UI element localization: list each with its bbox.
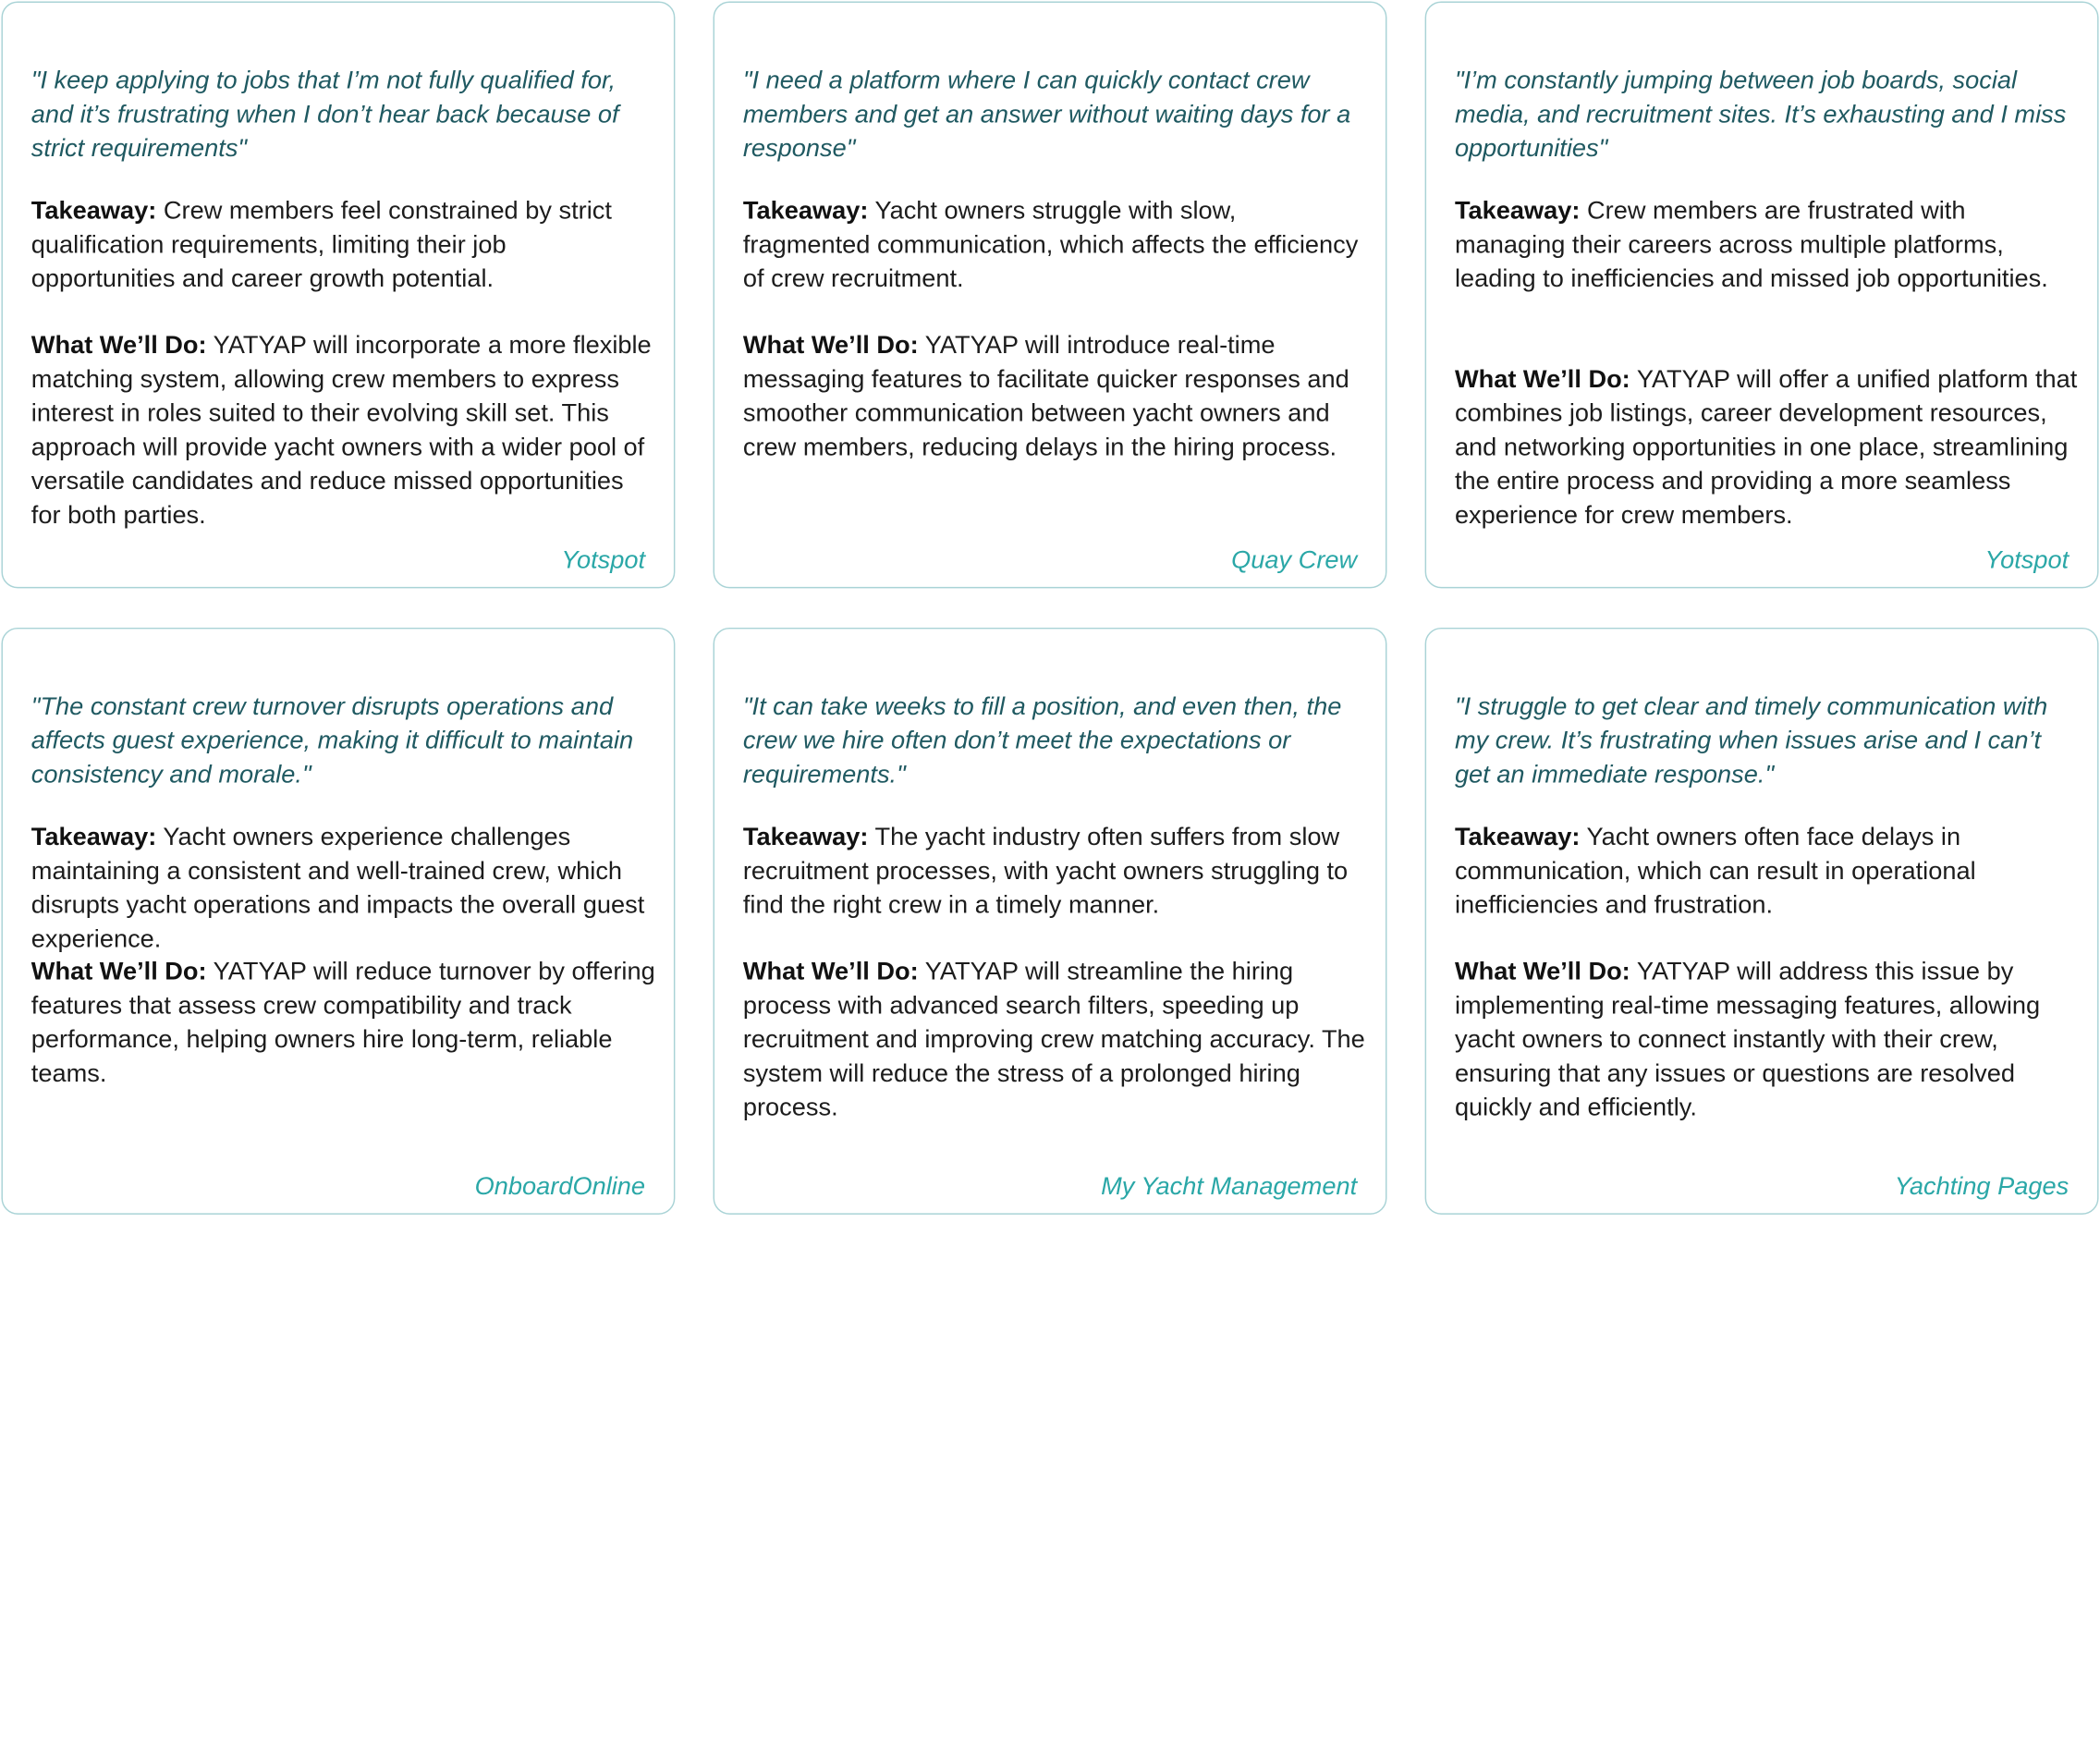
card-takeaway: Takeaway: Yacht owners experience challe…	[31, 819, 656, 955]
card-source: Yotspot	[561, 544, 646, 574]
card-action: What We’ll Do: YATYAP will introduce rea…	[743, 327, 1368, 463]
action-label: What We’ll Do:	[742, 330, 919, 359]
card-quote: "The constant crew turnover disrupts ope…	[31, 691, 634, 789]
card-takeaway: Takeaway: Yacht owners struggle with slo…	[743, 193, 1368, 295]
takeaway-label: Takeaway:	[31, 822, 157, 850]
takeaway-label: Takeaway:	[1454, 195, 1581, 225]
insight-card: "I’m constantly jumping between job boar…	[1424, 1, 2099, 589]
card-source: OnboardOnline	[474, 1170, 646, 1200]
card-source: My Yacht Management	[1101, 1170, 1358, 1200]
action-label: What We’ll Do:	[31, 956, 207, 985]
takeaway-label: Takeaway:	[31, 195, 157, 225]
insight-card: "It can take weeks to fill a position, a…	[713, 627, 1387, 1215]
insight-card: "I keep applying to jobs that I’m not fu…	[1, 1, 676, 589]
page-canvas: "I keep applying to jobs that I’m not fu…	[0, 0, 2100, 1761]
card-action: What We’ll Do: YATYAP will offer a unifi…	[1455, 361, 2080, 532]
action-label: What We’ll Do:	[1454, 956, 1630, 985]
action-label: What We’ll Do:	[1454, 363, 1630, 393]
insight-card: "The constant crew turnover disrupts ope…	[1, 627, 676, 1215]
insight-card: "I need a platform where I can quickly c…	[713, 1, 1387, 589]
card-action: What We’ll Do: YATYAP will address this …	[1455, 954, 2080, 1124]
takeaway-label: Takeaway:	[742, 822, 869, 850]
action-label: What We’ll Do:	[742, 956, 919, 985]
card-quote: "I struggle to get clear and timely comm…	[1454, 691, 2048, 789]
insight-card: "I struggle to get clear and timely comm…	[1424, 627, 2099, 1215]
action-text: YATYAP will incorporate a more flexible …	[31, 330, 652, 529]
takeaway-label: Takeaway:	[1454, 822, 1581, 850]
takeaway-label: Takeaway:	[742, 195, 869, 225]
card-source: Yachting Pages	[1894, 1170, 2069, 1200]
card-source: Quay Crew	[1231, 544, 1358, 574]
card-quote: "I need a platform where I can quickly c…	[742, 65, 1351, 162]
insight-card-grid: "I keep applying to jobs that I’m not fu…	[0, 0, 2100, 1215]
card-quote: "I keep applying to jobs that I’m not fu…	[31, 65, 619, 162]
card-action: What We’ll Do: YATYAP will reduce turnov…	[31, 954, 656, 1090]
card-takeaway: Takeaway: Yacht owners often face delays…	[1455, 819, 2080, 921]
card-action: What We’ll Do: YATYAP will incorporate a…	[31, 327, 656, 531]
card-takeaway: Takeaway: The yacht industry often suffe…	[743, 819, 1368, 921]
action-label: What We’ll Do:	[31, 330, 207, 359]
card-takeaway: Takeaway: Crew members feel constrained …	[31, 193, 656, 295]
card-action: What We’ll Do: YATYAP will streamline th…	[743, 954, 1368, 1124]
card-source: Yotspot	[1984, 544, 2069, 574]
card-quote: "It can take weeks to fill a position, a…	[742, 691, 1342, 789]
card-takeaway: Takeaway: Crew members are frustrated wi…	[1455, 193, 2080, 295]
card-quote: "I’m constantly jumping between job boar…	[1454, 65, 2067, 162]
